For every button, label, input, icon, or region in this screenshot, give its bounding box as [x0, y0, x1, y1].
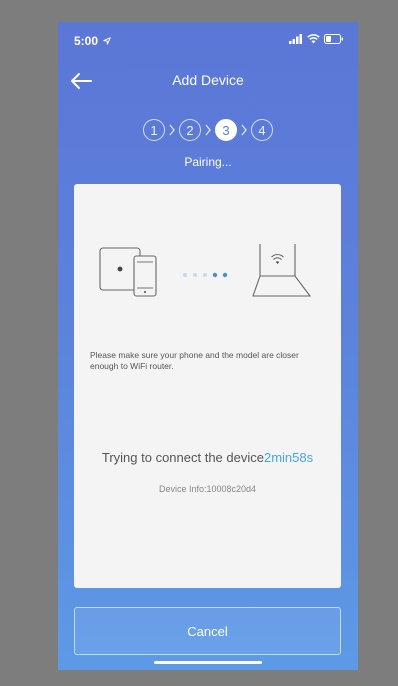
step-indicator: 1 2 3 4	[58, 119, 358, 141]
status-icons	[289, 34, 344, 44]
chevron-right-icon	[165, 119, 179, 141]
status-time: 5:00	[74, 34, 112, 48]
pairing-dots	[183, 272, 228, 278]
countdown-timer: 2min58s	[263, 450, 314, 465]
device-info: Device Info:10008c20d4	[158, 484, 257, 494]
home-indicator[interactable]	[154, 661, 262, 664]
connection-status: Trying to connect the device2min58s	[74, 450, 341, 465]
screenshot-frame: 5:00 Add Device 1 2 3 4 Pairing... Pleas…	[0, 0, 398, 686]
proximity-hint: Please make sure your phone and the mode…	[90, 350, 299, 371]
signal-icon	[289, 34, 302, 44]
cancel-button[interactable]: Cancel	[74, 607, 341, 655]
page-title: Add Device	[172, 72, 244, 88]
step-caption: Pairing...	[184, 155, 232, 169]
step-2: 2	[179, 119, 201, 141]
chevron-right-icon	[237, 119, 251, 141]
location-arrow-icon	[103, 37, 112, 45]
wifi-router-icon	[252, 244, 312, 297]
navigation-bar: Add Device	[58, 66, 358, 96]
battery-icon	[324, 34, 343, 44]
connection-status-text: Trying to connect the device	[101, 450, 264, 465]
step-1: 1	[143, 119, 165, 141]
step-4: 4	[251, 119, 273, 141]
status-bar: 5:00	[58, 22, 358, 58]
wifi-icon	[307, 34, 320, 44]
pairing-illustration	[99, 244, 312, 297]
status-time-label: 5:00	[74, 34, 99, 48]
phone-screen: 5:00 Add Device 1 2 3 4 Pairing... Pleas…	[58, 22, 358, 670]
step-3-active: 3	[215, 119, 237, 141]
chevron-right-icon	[201, 119, 215, 141]
pairing-card: Please make sure your phone and the mode…	[74, 184, 341, 588]
device-and-phone-icon	[99, 247, 157, 297]
